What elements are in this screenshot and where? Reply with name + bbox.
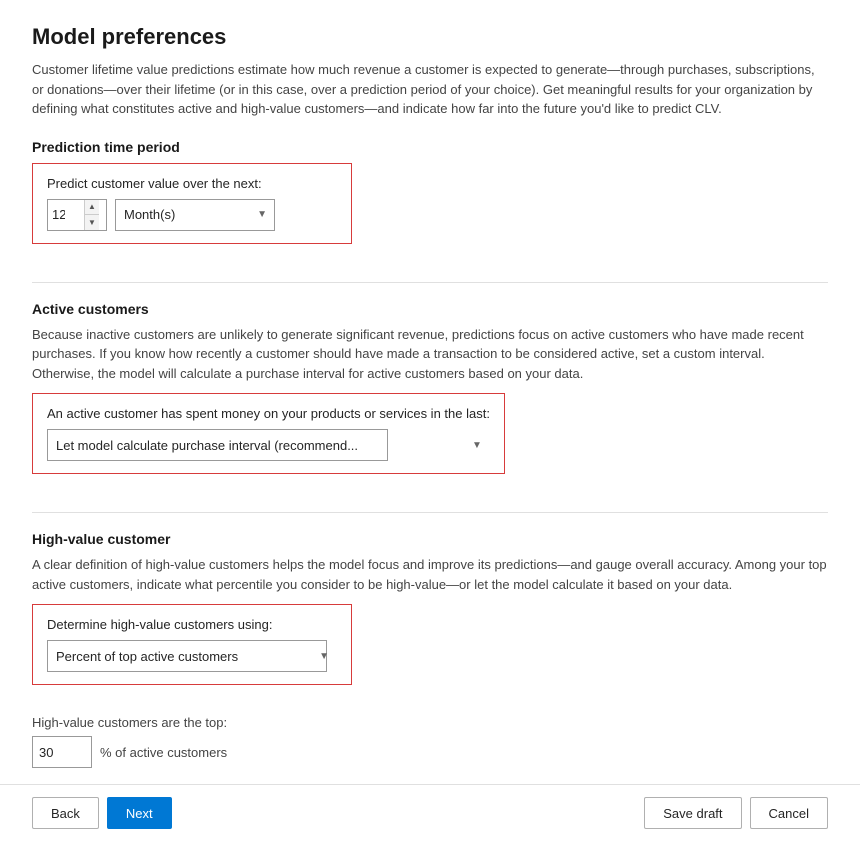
highvalue-select[interactable]: Percent of top active customers Model ca… [47, 640, 327, 672]
percent-suffix: % of active customers [100, 745, 227, 760]
footer-left: Back Next [32, 797, 172, 829]
active-section-desc: Because inactive customers are unlikely … [32, 325, 828, 384]
highvalue-bottom: High-value customers are the top: % of a… [32, 715, 828, 768]
top-percent-row: % of active customers [32, 736, 828, 768]
intro-text: Customer lifetime value predictions esti… [32, 60, 828, 119]
top-percent-label: High-value customers are the top: [32, 715, 828, 730]
highvalue-section-desc: A clear definition of high-value custome… [32, 555, 828, 594]
prediction-bordered-box: Predict customer value over the next: ▲ … [32, 163, 352, 244]
active-select-wrap[interactable]: Let model calculate purchase interval (r… [47, 429, 490, 461]
prediction-box-label: Predict customer value over the next: [47, 176, 337, 191]
prediction-section-title: Prediction time period [32, 139, 828, 155]
footer: Back Next Save draft Cancel [0, 784, 860, 841]
main-content: Model preferences Customer lifetime valu… [0, 0, 860, 784]
spin-buttons: ▲ ▼ [84, 200, 99, 230]
period-select[interactable]: Month(s) Year(s) Quarter(s) [115, 199, 275, 231]
period-select-wrap[interactable]: Month(s) Year(s) Quarter(s) ▼ [115, 199, 275, 231]
highvalue-select-wrap[interactable]: Percent of top active customers Model ca… [47, 640, 337, 672]
footer-right: Save draft Cancel [644, 797, 828, 829]
active-section-title: Active customers [32, 301, 828, 317]
active-bordered-box: An active customer has spent money on yo… [32, 393, 505, 474]
spin-up-button[interactable]: ▲ [85, 200, 99, 216]
active-select[interactable]: Let model calculate purchase interval (r… [47, 429, 388, 461]
save-draft-button[interactable]: Save draft [644, 797, 741, 829]
prediction-input-row: ▲ ▼ Month(s) Year(s) Quarter(s) ▼ [47, 199, 337, 231]
divider-2 [32, 512, 828, 513]
active-select-arrow: ▼ [472, 440, 482, 451]
highvalue-section-title: High-value customer [32, 531, 828, 547]
percent-input[interactable] [33, 737, 91, 767]
page-title: Model preferences [32, 24, 828, 50]
cancel-button[interactable]: Cancel [750, 797, 828, 829]
divider-1 [32, 282, 828, 283]
highvalue-bordered-box: Determine high-value customers using: Pe… [32, 604, 352, 685]
number-input-wrap[interactable]: ▲ ▼ [47, 199, 107, 231]
active-box-label: An active customer has spent money on yo… [47, 406, 490, 421]
next-button[interactable]: Next [107, 797, 172, 829]
prediction-number-input[interactable] [48, 200, 84, 230]
back-button[interactable]: Back [32, 797, 99, 829]
percent-input-wrap[interactable] [32, 736, 92, 768]
highvalue-box-label: Determine high-value customers using: [47, 617, 337, 632]
spin-down-button[interactable]: ▼ [85, 215, 99, 230]
